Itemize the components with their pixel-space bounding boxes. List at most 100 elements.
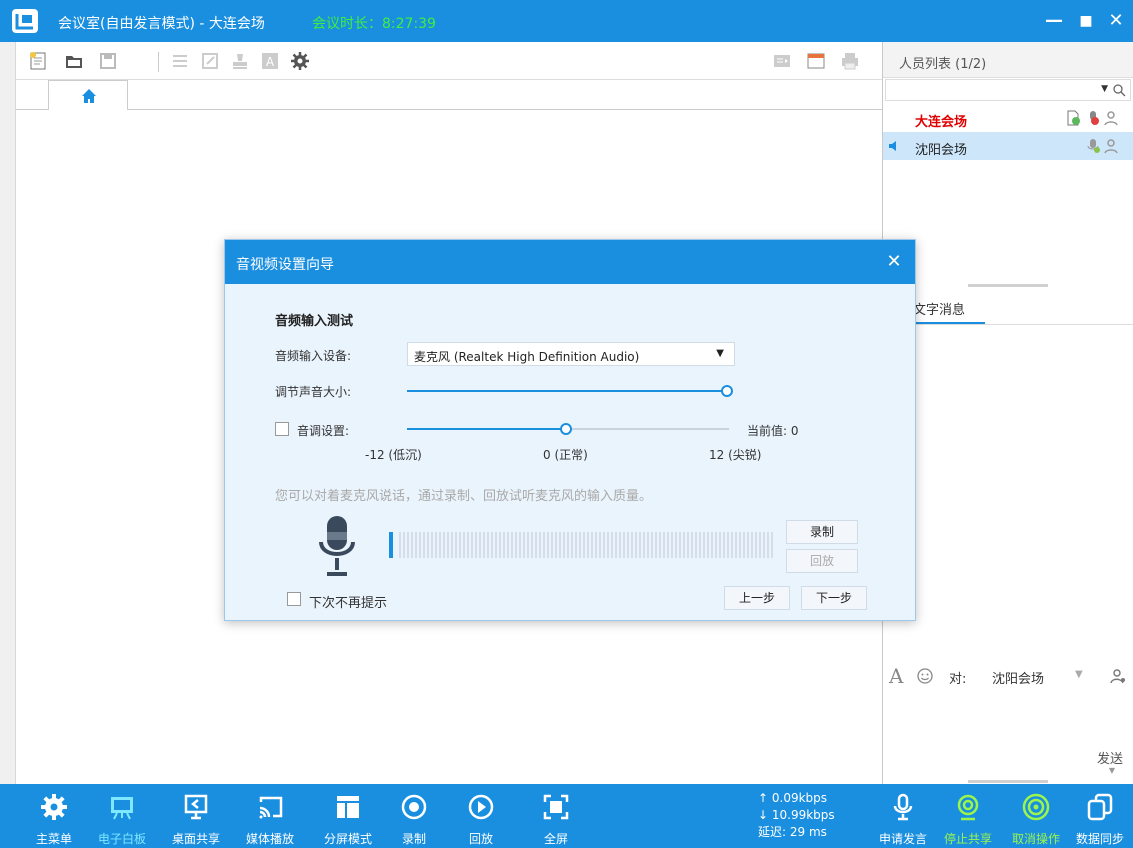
tab-home[interactable] (48, 80, 128, 111)
section-title: 音频输入测试 (275, 314, 354, 329)
meter-segment (559, 532, 561, 558)
meter-segment (535, 532, 537, 558)
webcam-icon (957, 794, 979, 821)
meter-segment (731, 532, 733, 558)
chevron-down-icon[interactable]: ▼ (1075, 669, 1083, 680)
maximize-button[interactable]: ■ (1073, 8, 1099, 34)
text-icon[interactable]: A (260, 51, 280, 71)
resize-grip[interactable] (968, 780, 1048, 783)
gear-icon[interactable] (290, 51, 310, 71)
record-button[interactable]: 录制 (382, 784, 446, 848)
close-button[interactable]: ✕ (1103, 8, 1129, 34)
record-test-button[interactable]: 录制 (786, 520, 858, 544)
audio-input-device-select[interactable]: 麦克风 (Realtek High Definition Audio) ▼ (407, 342, 735, 366)
data-sync-button[interactable]: 数据同步 (1068, 784, 1132, 848)
stop-share-button[interactable]: 停止共享 (936, 784, 1000, 848)
previous-step-button[interactable]: 上一步 (724, 586, 790, 610)
font-icon[interactable]: A (889, 664, 903, 688)
split-screen-button[interactable]: 分屏模式 (316, 784, 380, 848)
meter-segment (519, 532, 521, 558)
meter-segment (739, 532, 741, 558)
pitch-max-label: 12 (尖锐) (709, 448, 762, 462)
meter-segment (767, 532, 769, 558)
search-icon[interactable] (1112, 83, 1126, 97)
meter-segment (431, 532, 433, 558)
meter-segment (699, 532, 701, 558)
meter-segment (611, 532, 613, 558)
emoji-icon[interactable] (916, 667, 934, 685)
next-step-button[interactable]: 下一步 (801, 586, 867, 610)
meter-segment (683, 532, 685, 558)
cancel-ring-icon (1022, 793, 1050, 821)
stamp-icon[interactable] (230, 51, 250, 71)
meter-segment (691, 532, 693, 558)
main-menu-button[interactable]: 主菜单 (22, 784, 86, 848)
meter-segment (567, 532, 569, 558)
edit-icon[interactable] (200, 51, 220, 71)
latency: 延迟: 29 ms (758, 825, 827, 839)
minimize-button[interactable]: — (1041, 8, 1067, 34)
meter-segment (423, 532, 425, 558)
dialog-close-button[interactable]: ✕ (883, 251, 905, 273)
send-button[interactable]: 发送 (1097, 748, 1123, 767)
desktop-share-icon (184, 794, 208, 820)
microphone-icon (1087, 139, 1100, 153)
device-label: 音频输入设备: (275, 349, 352, 363)
fullscreen-button[interactable]: 全屏 (524, 784, 588, 848)
pitch-mid-label: 0 (正常) (543, 448, 588, 462)
chevron-down-icon[interactable]: ▼ (1109, 766, 1115, 775)
recipient-select[interactable]: 沈阳会场 (992, 668, 1044, 687)
input-level-meter (389, 532, 773, 558)
playback-test-button[interactable]: 回放 (786, 549, 858, 573)
participant-search-input[interactable]: ▼ (885, 79, 1131, 101)
participant-row[interactable]: 大连会场 (883, 104, 1133, 132)
tab-text-messages[interactable]: 文字消息 (883, 287, 1133, 325)
network-stats: ↑ 0.09kbps ↓ 10.99kbps 延迟: 29 ms (758, 790, 835, 841)
meter-segment (715, 532, 717, 558)
meter-segment (555, 532, 557, 558)
user-icon (1104, 139, 1118, 154)
user-settings-icon[interactable] (1109, 667, 1127, 685)
whiteboard-button[interactable]: 电子白板 (90, 784, 154, 848)
window-title: 会议室(自由发言模式) - 大连会场 (58, 16, 265, 32)
save-icon[interactable] (98, 51, 118, 71)
window-icon[interactable] (806, 51, 826, 71)
volume-slider-track[interactable] (407, 390, 729, 392)
meter-segment (551, 532, 553, 558)
meter-segment (647, 532, 649, 558)
volume-label: 调节声音大小: (275, 385, 352, 399)
hint-text: 您可以对着麦克风说话，通过录制、回放试听麦克风的输入质量。 (275, 489, 653, 504)
desktop-share-button[interactable]: 桌面共享 (164, 784, 228, 848)
left-edge-handle[interactable] (0, 42, 16, 784)
media-playback-button[interactable]: 媒体播放 (238, 784, 302, 848)
request-speak-button[interactable]: 申请发言 (871, 784, 935, 848)
pitch-slider-knob[interactable] (560, 423, 572, 435)
no-prompt-checkbox[interactable] (287, 592, 301, 606)
meter-segment (583, 532, 585, 558)
chevron-down-icon[interactable]: ▼ (1101, 84, 1108, 94)
desktop-share-label: 桌面共享 (171, 832, 220, 846)
meter-segment (663, 532, 665, 558)
app-logo-icon (12, 9, 38, 33)
open-folder-icon[interactable] (64, 51, 84, 71)
play-icon (468, 794, 494, 820)
to-label: 对: (949, 672, 967, 687)
print-icon[interactable] (840, 51, 860, 71)
meter-segment (511, 532, 513, 558)
meter-segment (703, 532, 705, 558)
playback-button[interactable]: 回放 (449, 784, 513, 848)
cancel-operation-button[interactable]: 取消操作 (1004, 784, 1068, 848)
new-icon[interactable] (28, 51, 48, 71)
home-icon (82, 89, 96, 103)
participant-row-selected[interactable]: 沈阳会场 (883, 132, 1133, 160)
meter-segment (667, 532, 669, 558)
meter-segment (455, 532, 457, 558)
pitch-checkbox[interactable] (275, 422, 289, 436)
toolbar-separator (158, 52, 159, 72)
meter-segment (751, 532, 753, 558)
message-input[interactable]: 发送 ▼ (883, 692, 1133, 778)
slideshow-icon[interactable] (772, 51, 792, 71)
upload-rate: ↑ 0.09kbps (758, 791, 828, 805)
list-icon[interactable] (170, 51, 190, 71)
volume-slider-knob[interactable] (721, 385, 733, 397)
